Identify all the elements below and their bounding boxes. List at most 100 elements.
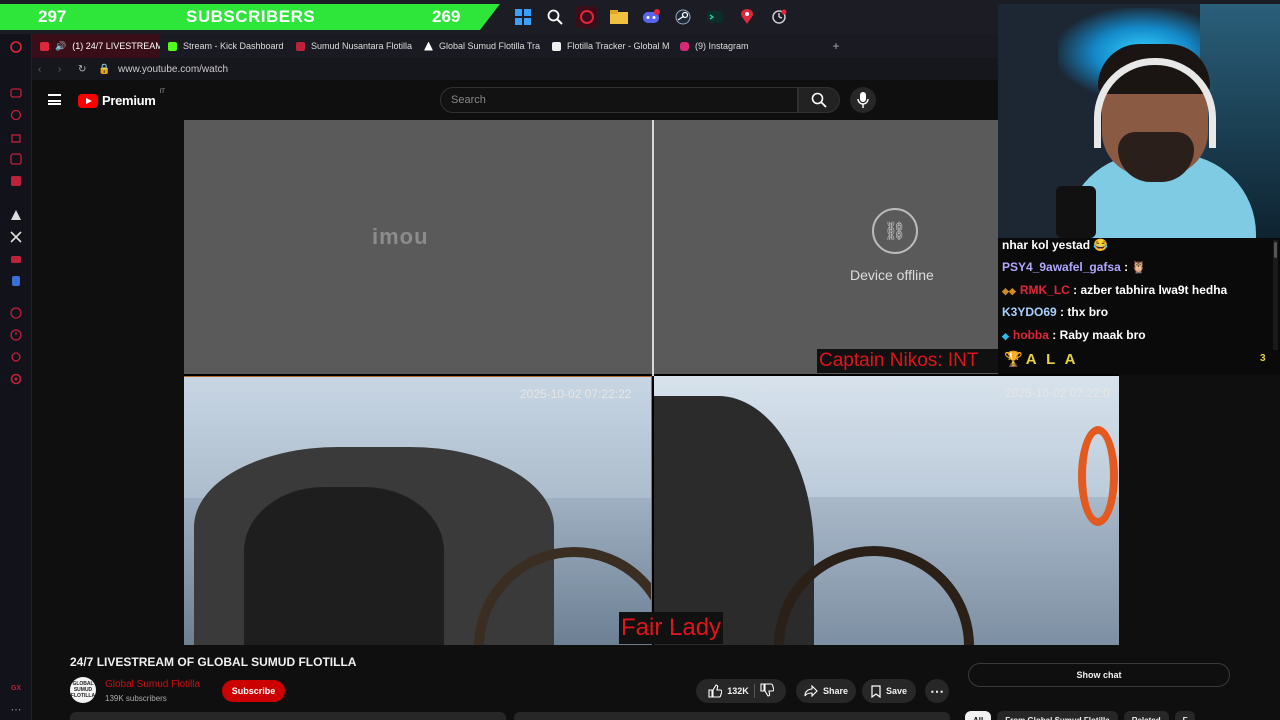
chip-from-channel[interactable]: From Global Sumud Flotilla <box>997 711 1118 720</box>
triangle-icon <box>424 41 433 51</box>
comments-panel[interactable] <box>514 712 950 720</box>
clock-icon[interactable] <box>768 6 790 28</box>
chip-all[interactable]: All <box>965 711 992 720</box>
camera-feed-4: 2025-10-02 07:22:0 <box>654 376 1119 645</box>
tab-global-sumud[interactable]: Global Sumud Flotilla Tra <box>416 34 544 58</box>
subscriber-count-left: 297 <box>38 7 67 26</box>
chat-text: : Raby maak bro <box>1048 328 1146 342</box>
browser-sidebar: GX ⋯ <box>0 34 32 720</box>
opera-gx-icon[interactable] <box>576 6 598 28</box>
screen: 297 SUBSCRIBERS 269 GX ⋯ 🔊 (1) 24/7 LIVE… <box>0 0 1280 720</box>
speaker-icon: 🔊 <box>55 40 67 51</box>
settings-icon[interactable] <box>10 373 22 385</box>
url-text[interactable]: www.youtube.com/watch <box>118 64 228 75</box>
new-tab-button[interactable]: + <box>824 34 848 58</box>
folder-icon[interactable] <box>608 6 630 28</box>
voice-search-button[interactable] <box>850 87 876 113</box>
thumbs-down-icon <box>760 683 775 697</box>
like-button[interactable]: 132K <box>708 684 749 698</box>
camera-feed-1: imou <box>184 120 652 374</box>
boat-label-fair-lady: Fair Lady <box>619 612 724 644</box>
dislike-button[interactable] <box>760 683 775 699</box>
opera-menu-icon[interactable] <box>10 41 22 53</box>
bitwarden-icon[interactable] <box>10 275 22 287</box>
chat-text: nhar kol yestad 😂 <box>1002 238 1109 252</box>
chip-more[interactable]: F <box>1174 711 1196 720</box>
more-sidebar-icon[interactable]: ⋯ <box>10 704 22 716</box>
tab-label: (9) Instagram <box>695 41 749 51</box>
tab-youtube-livestream[interactable]: 🔊 (1) 24/7 LIVESTREAM <box>32 34 160 58</box>
subscriber-banner: 297 SUBSCRIBERS 269 <box>0 4 500 30</box>
tracker-icon <box>552 41 561 51</box>
youtube-play-icon <box>78 93 98 108</box>
search-input[interactable]: Search <box>440 87 798 113</box>
grid-divider <box>652 120 654 376</box>
like-count: 132K <box>727 686 749 696</box>
tab-instagram[interactable]: (9) Instagram <box>672 34 800 58</box>
save-button[interactable]: Save <box>862 679 916 703</box>
gx-cleaner-icon[interactable] <box>10 109 22 121</box>
streamer-webcam <box>998 4 1280 238</box>
channel-avatar[interactable]: GLOBAL SUMUD FLOTILLA <box>70 677 96 703</box>
video-player[interactable]: imou ⛓ Device offline 2025-10-02 07:22:2… <box>184 120 1119 645</box>
tab-sumud-nusantara[interactable]: Sumud Nusantara Flotilla <box>288 34 416 58</box>
chat-message: K3YDO69 : thx bro <box>1002 305 1108 319</box>
chip-related[interactable]: Related <box>1123 711 1169 720</box>
chat-username: K3YDO69 <box>1002 305 1057 319</box>
search-icon <box>811 92 827 108</box>
search-button[interactable] <box>798 87 840 113</box>
share-button[interactable]: Share <box>796 679 856 703</box>
triangle-app-icon[interactable] <box>10 209 22 221</box>
instagram-icon <box>680 41 689 51</box>
like-divider <box>753 684 755 698</box>
tab-flotilla-tracker[interactable]: Flotilla Tracker - Global M <box>544 34 672 58</box>
reload-icon[interactable]: ↻ <box>78 64 92 75</box>
tab-label: Sumud Nusantara Flotilla <box>311 41 413 51</box>
player-icon[interactable] <box>10 307 22 319</box>
link-broken-icon: ⛓ <box>872 208 918 254</box>
menu-icon[interactable] <box>48 94 61 105</box>
camera-feed-3: 2025-10-02 07:22:22 <box>184 376 652 645</box>
lock-icon: 🔒 <box>98 63 111 75</box>
forward-icon[interactable]: › <box>58 64 72 75</box>
search-icon[interactable] <box>544 6 566 28</box>
steam-icon[interactable] <box>672 6 694 28</box>
chat-text: : azber tabhira lwa9t hedha <box>1069 283 1228 297</box>
share-label: Share <box>822 686 848 696</box>
history-icon[interactable] <box>10 329 22 341</box>
youtube-small-icon[interactable] <box>10 253 22 265</box>
discord-icon[interactable] <box>640 6 662 28</box>
boat-label-captain: Captain Nikos: INT <box>817 349 1000 373</box>
life-ring <box>1078 426 1118 526</box>
more-actions-button[interactable]: ⋯ <box>925 679 949 703</box>
tab-strip: 🔊 (1) 24/7 LIVESTREAM Stream - Kick Dash… <box>32 34 1000 58</box>
channel-name[interactable]: Global Sumud Flotilla <box>105 679 200 690</box>
more-icon: ⋯ <box>930 683 944 699</box>
description-panel[interactable] <box>70 712 506 720</box>
gx-store-icon[interactable] <box>10 131 22 143</box>
chat-badge-icon: ◆◆ <box>1002 286 1016 296</box>
back-icon[interactable]: ‹ <box>38 64 52 75</box>
youtube-region: IT <box>159 89 165 95</box>
subscribe-button[interactable]: Subscribe <box>222 680 285 702</box>
windows-icon[interactable] <box>512 6 534 28</box>
save-label: Save <box>885 686 908 696</box>
show-chat-button[interactable]: Show chat <box>968 663 1230 687</box>
scene-cabin <box>244 487 444 645</box>
youtube-logo[interactable]: Premium IT <box>78 89 165 108</box>
related-chips: All From Global Sumud Flotilla Related F <box>965 711 1196 720</box>
microphone <box>1056 186 1096 238</box>
x-twitter-icon[interactable] <box>10 231 22 243</box>
twitch-icon[interactable] <box>10 153 22 165</box>
camera-brand-logo: imou <box>372 224 429 249</box>
leaderboard-top-user: 🏆A L A <box>1004 350 1078 368</box>
gx-mods-icon[interactable] <box>10 175 22 187</box>
extensions-icon[interactable] <box>10 351 22 363</box>
maps-pin-icon[interactable] <box>736 6 758 28</box>
chat-message: nhar kol yestad 😂 <box>1002 238 1108 252</box>
chat-scrollbar[interactable] <box>1273 240 1278 350</box>
terminal-icon[interactable] <box>704 6 726 28</box>
tab-kick-dashboard[interactable]: Stream - Kick Dashboard <box>160 34 288 58</box>
gx-control-icon[interactable] <box>10 87 22 99</box>
chat-text: : 🦉 <box>1120 260 1147 274</box>
